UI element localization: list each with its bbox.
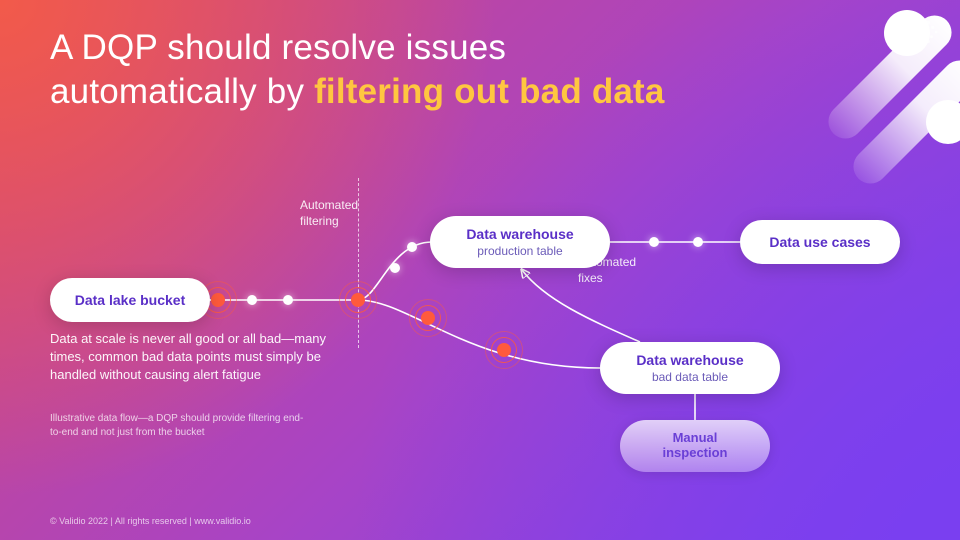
pulse-dot <box>351 293 365 307</box>
node-title: Data use cases <box>769 234 870 250</box>
slide: A DQP should resolve issues automaticall… <box>0 0 960 540</box>
node-data-use-cases: Data use cases <box>740 220 900 264</box>
node-title: Data warehouse <box>466 226 573 242</box>
flow-dot <box>247 295 257 305</box>
caption-automated-filtering: Automated filtering <box>300 198 358 229</box>
flow-dot <box>283 295 293 305</box>
pulse-dot <box>421 311 435 325</box>
node-title: Data lake bucket <box>75 292 186 308</box>
title-line1: A DQP should resolve issues <box>50 28 506 67</box>
node-dw-bad-data: Data warehouse bad data table <box>600 342 780 394</box>
flow-dot <box>407 242 417 252</box>
pulse-dot <box>497 343 511 357</box>
title-highlight: filtering out bad data <box>314 72 665 111</box>
flow-dot <box>390 263 400 273</box>
node-subtitle: bad data table <box>652 370 728 384</box>
node-dw-production: Data warehouse production table <box>430 216 610 268</box>
node-title: Data warehouse <box>636 352 743 368</box>
flow-dot <box>693 237 703 247</box>
body-text: Data at scale is never all good or all b… <box>50 330 330 385</box>
copyright: © Validio 2022 | All rights reserved | w… <box>50 516 251 526</box>
decor-circle <box>926 100 960 144</box>
slide-title: A DQP should resolve issues automaticall… <box>50 26 770 114</box>
divider-dashed <box>358 178 359 348</box>
node-subtitle: production table <box>477 244 562 258</box>
node-data-lake-bucket: Data lake bucket <box>50 278 210 322</box>
footnote: Illustrative data flow—a DQP should prov… <box>50 412 310 440</box>
brand-logo-icon <box>914 18 942 51</box>
pulse-dot <box>211 293 225 307</box>
node-manual-inspection: Manual inspection <box>620 420 770 472</box>
title-line2-prefix: automatically by <box>50 72 314 111</box>
flow-dot <box>649 237 659 247</box>
node-title: Manual inspection <box>662 431 727 461</box>
